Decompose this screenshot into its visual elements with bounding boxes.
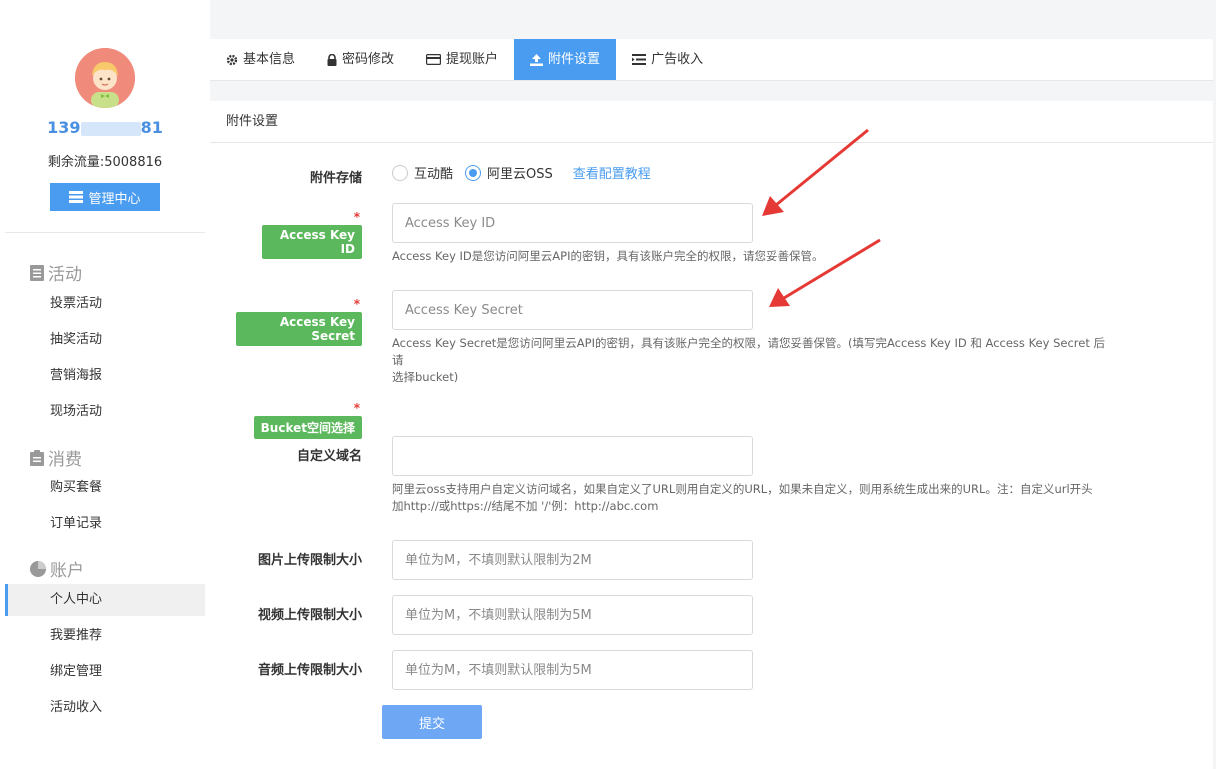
required-mark: * [353,297,360,311]
access-key-secret-label: *Access Key Secret [236,297,362,346]
pie-chart-icon [30,560,46,577]
tab-attachment-settings-label: 附件设置 [548,52,601,67]
storage-radio-group: 互动酷 阿里云OSS 查看配置教程 [392,163,651,182]
sidebar-item-binding[interactable]: 绑定管理 [5,656,205,688]
required-mark: * [353,401,360,415]
sidebar-item-lottery[interactable]: 抽奖活动 [5,324,205,356]
tab-password-label: 密码修改 [342,52,395,67]
audio-limit-label: 音频上传限制大小 [257,663,362,678]
section-activity-title: 活动 [48,265,82,285]
section-activity: 活动 [30,260,82,285]
avatar-illustration [75,48,135,108]
audio-limit-input[interactable] [392,650,753,690]
access-key-secret-help: Access Key Secret是您访问阿里云API的密钥，具有该账户完全的权… [392,335,1112,386]
access-key-secret-help-line1: Access Key Secret是您访问阿里云API的密钥，具有该账户完全的权… [392,336,1105,367]
tab-ad-income[interactable]: 广告收入 [616,39,719,80]
custom-domain-input[interactable] [392,436,753,476]
access-key-id-tag: Access Key ID [262,225,362,259]
section-account: 账户 [30,556,84,581]
section-account-title: 账户 [50,561,84,581]
bucket-tag: Bucket空间选择 [253,416,362,439]
sidebar-item-referral[interactable]: 我要推荐 [5,620,205,652]
custom-domain-help: 阿里云oss支持用户自定义访问域名，如果自定义了URL则用自定义的URL，如果未… [392,481,1112,515]
access-key-secret-tag: Access Key Secret [236,312,362,346]
bucket-label: *Bucket空间选择 [246,401,362,439]
radio-aliyun-oss[interactable] [465,164,482,181]
sidebar-item-buy-package[interactable]: 购买套餐 [5,472,205,504]
section-consumption-title: 消费 [48,450,82,470]
tab-withdraw-account[interactable]: 提现账户 [410,39,514,80]
video-limit-label: 视频上传限制大小 [257,608,362,623]
access-key-id-input[interactable] [392,203,753,243]
custom-domain-label: 自定义域名 [296,449,362,464]
tab-withdraw-account-label: 提现账户 [446,52,499,67]
sidebar-item-personal-center[interactable]: 个人中心 [5,584,205,616]
sidebar-item-live-event[interactable]: 现场活动 [5,396,205,428]
gear-icon [226,54,238,65]
admin-center-label: 管理中心 [88,191,141,207]
user-phone: 139 81 [0,118,210,137]
image-limit-input[interactable] [392,540,753,580]
avatar[interactable] [75,48,135,108]
sidebar-item-poster[interactable]: 营销海报 [5,360,205,392]
section-consumption: 消费 [30,445,82,470]
tab-attachment-settings[interactable]: 附件设置 [514,39,617,80]
custom-domain-help-line1: 阿里云oss支持用户自定义访问域名，如果自定义了URL则用自定义的URL，如果未… [392,482,1093,496]
access-key-id-label: *Access Key ID [262,210,362,259]
tab-basic-info-label: 基本信息 [243,52,296,67]
radio-hudongku-label: 互动酷 [414,167,454,182]
sidebar-item-vote[interactable]: 投票活动 [5,288,205,320]
sidebar-item-income[interactable]: 活动收入 [5,692,205,724]
access-key-secret-help-line2: 选择bucket) [392,370,459,384]
remaining-traffic: 剩余流量:5008816 [0,151,210,170]
admin-center-button[interactable]: 管理中心 [50,183,160,211]
config-tutorial-link[interactable]: 查看配置教程 [573,163,651,182]
custom-domain-help-line2: 加http://或https://结尾不加 '/'例：http://abc.co… [392,499,659,513]
server-icon [69,191,84,203]
sidebar: 139 81 剩余流量:5008816 管理中心 活动 投票活动 抽奖活动 营销海… [0,0,210,769]
traffic-label: 剩余流量: [47,155,105,170]
upload-icon [530,53,544,66]
phone-mask [80,121,141,136]
required-mark: * [353,210,360,224]
clipboard-icon [30,449,44,466]
access-key-id-help: Access Key ID是您访问阿里云API的密钥，具有该账户完全的权限，请您… [392,249,824,263]
tab-ad-income-label: 广告收入 [651,52,704,67]
sidebar-item-orders[interactable]: 订单记录 [5,508,205,540]
list-icon [632,54,647,65]
tab-password[interactable]: 密码修改 [311,39,410,80]
panel-title: 附件设置 [210,101,1213,143]
document-icon [30,264,44,281]
phone-suffix: 81 [140,118,163,137]
traffic-value: 5008816 [104,155,163,170]
phone-prefix: 139 [47,118,81,137]
tab-basic-info[interactable]: 基本信息 [210,39,311,80]
sidebar-divider [5,232,205,233]
storage-label: 附件存储 [309,171,362,186]
video-limit-input[interactable] [392,595,753,635]
settings-tabs: 基本信息 密码修改 提现账户 附件设置 广告收入 [210,39,1213,81]
access-key-secret-input[interactable] [392,290,753,330]
card-icon [426,54,442,65]
radio-aliyun-oss-label: 阿里云OSS [487,167,553,182]
lock-icon [327,53,337,66]
submit-button[interactable]: 提交 [382,705,482,739]
image-limit-label: 图片上传限制大小 [257,553,362,568]
radio-hudongku[interactable] [392,164,408,181]
